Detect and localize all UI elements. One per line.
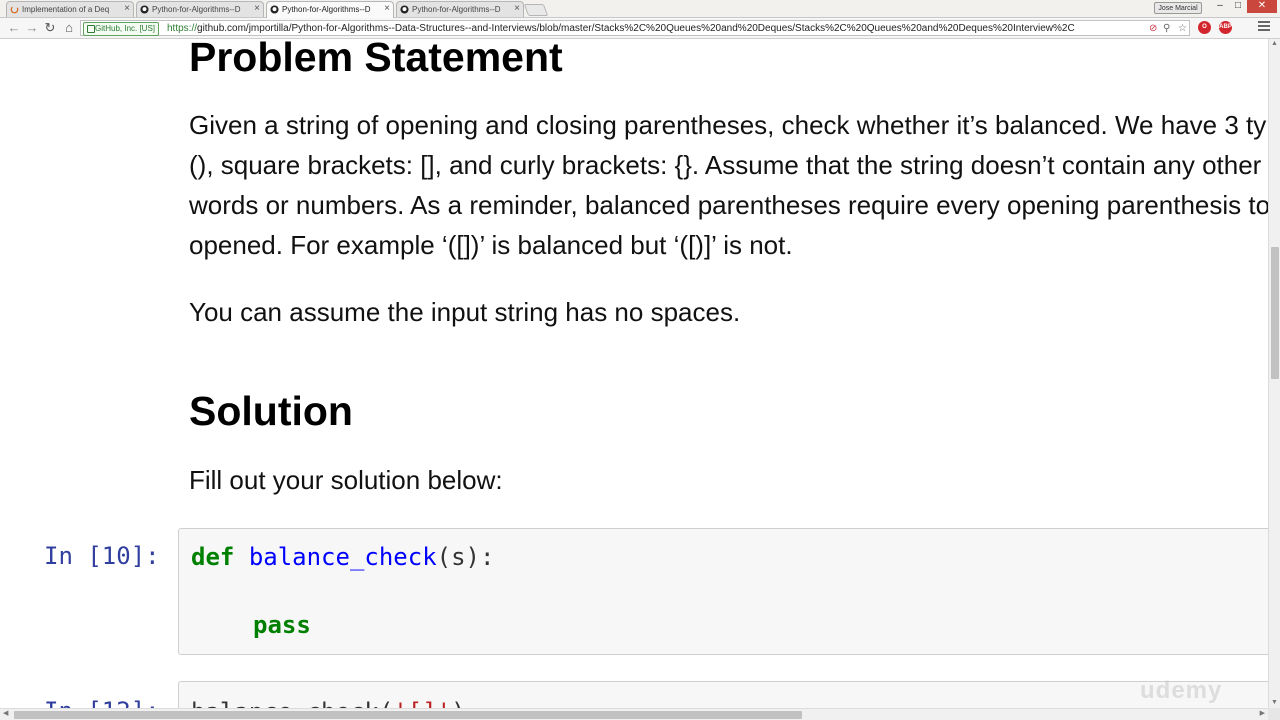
bookmark-star-icon[interactable]: ☆ (1178, 22, 1187, 35)
tab-close-icon[interactable]: × (514, 3, 520, 15)
code-line: pass (253, 611, 311, 639)
tab-github-active[interactable]: Python-for-Algorithms--D × (266, 1, 394, 18)
code-cell[interactable]: balance_check('[]') (178, 681, 1268, 708)
code-keyword: def (191, 543, 235, 571)
reload-button[interactable]: ↻ (42, 20, 58, 36)
address-bar[interactable]: GitHub, Inc. [US] https://github.com/jmp… (80, 20, 1190, 36)
opera-extension-icon[interactable]: O (1198, 21, 1211, 34)
tab-close-icon[interactable]: × (384, 3, 390, 15)
horizontal-scroll-thumb[interactable] (14, 711, 802, 719)
github-icon (270, 5, 279, 14)
ev-label: GitHub, Inc. [US] (95, 24, 156, 33)
github-icon (400, 5, 409, 14)
code-function-name: balance_check (248, 543, 437, 571)
tab-strip: Implementation of a Deq × Python-for-Alg… (0, 0, 1280, 18)
notebook-page: Problem Statement Given a string of open… (0, 39, 1268, 708)
url-text[interactable]: https://github.com/jmportilla/Python-for… (167, 22, 1147, 35)
menu-icon[interactable] (1258, 21, 1270, 35)
udemy-watermark: udemy (1140, 677, 1223, 704)
tab-label: Python-for-Algorithms--D (282, 5, 371, 14)
description-line: opened. For example ‘([])’ is balanced b… (189, 230, 793, 260)
maximize-button[interactable]: □ (1230, 0, 1246, 13)
zoom-icon[interactable]: ⚲ (1163, 22, 1170, 35)
minimize-button[interactable]: – (1212, 0, 1228, 13)
code-line: def balance_check(s): (191, 543, 494, 571)
profile-button[interactable]: Jose Marcial (1154, 2, 1202, 14)
code-function-name: balance_check (191, 698, 379, 708)
code-params: (s): (436, 543, 495, 571)
tab-label: Python-for-Algorithms--D (152, 5, 241, 14)
description-line: Given a string of opening and closing pa… (189, 110, 1268, 140)
code-paren: ) (451, 698, 465, 708)
home-button[interactable]: ⌂ (61, 20, 77, 36)
description-line: (), square brackets: [], and curly brack… (189, 150, 1268, 180)
site-warning-icon[interactable]: ⊘ (1149, 22, 1157, 35)
solution-instruction: Fill out your solution below: (189, 465, 503, 495)
problem-description: Given a string of opening and closing pa… (189, 105, 1268, 265)
code-paren: ( (379, 698, 393, 708)
cell-prompt: In [12]: (44, 697, 160, 708)
github-icon (140, 5, 149, 14)
page-title: Problem Statement (189, 39, 563, 80)
ev-certificate-badge[interactable]: GitHub, Inc. [US] (83, 22, 160, 36)
code-cell[interactable]: def balance_check(s): pass (178, 528, 1268, 655)
back-button[interactable]: ← (6, 20, 22, 36)
forward-button[interactable]: → (24, 20, 40, 36)
close-window-button[interactable]: ✕ (1247, 0, 1277, 13)
vertical-scrollbar[interactable]: ▲ ▼ (1268, 39, 1280, 708)
scrollbar-corner (1268, 708, 1280, 720)
toolbar: ← → ↻ ⌂ GitHub, Inc. [US] https://github… (0, 18, 1280, 39)
scroll-right-icon[interactable]: ▶ (1260, 709, 1265, 719)
tab-label: Implementation of a Deq (22, 5, 110, 14)
lock-icon (87, 25, 95, 33)
loading-icon (10, 5, 19, 14)
vertical-scroll-thumb[interactable] (1271, 247, 1279, 379)
code-keyword: pass (253, 611, 311, 639)
horizontal-scrollbar[interactable]: ◀ ▶ (0, 708, 1268, 720)
tab-deque-implementation[interactable]: Implementation of a Deq × (6, 1, 134, 17)
scroll-up-icon[interactable]: ▲ (1271, 39, 1278, 49)
scroll-down-icon[interactable]: ▼ (1271, 698, 1278, 708)
cell-prompt: In [10]: (44, 542, 160, 570)
tab-label: Python-for-Algorithms--D (412, 5, 501, 14)
code-string: '[]' (393, 698, 451, 708)
scroll-left-icon[interactable]: ◀ (3, 709, 8, 719)
tab-close-icon[interactable]: × (254, 3, 260, 15)
input-note: You can assume the input string has no s… (189, 297, 741, 327)
code-line: balance_check('[]') (191, 698, 466, 708)
tab-close-icon[interactable]: × (124, 3, 130, 15)
new-tab-button[interactable] (523, 4, 549, 16)
description-line: words or numbers. As a reminder, balance… (189, 190, 1268, 220)
tab-github-3[interactable]: Python-for-Algorithms--D × (396, 1, 524, 17)
url-scheme: https:// (167, 23, 198, 34)
solution-heading: Solution (189, 388, 353, 434)
adblock-plus-icon[interactable]: ABP (1219, 21, 1232, 34)
tab-github-1[interactable]: Python-for-Algorithms--D × (136, 1, 264, 17)
url-path: github.com/jmportilla/Python-for-Algorit… (197, 23, 1075, 34)
